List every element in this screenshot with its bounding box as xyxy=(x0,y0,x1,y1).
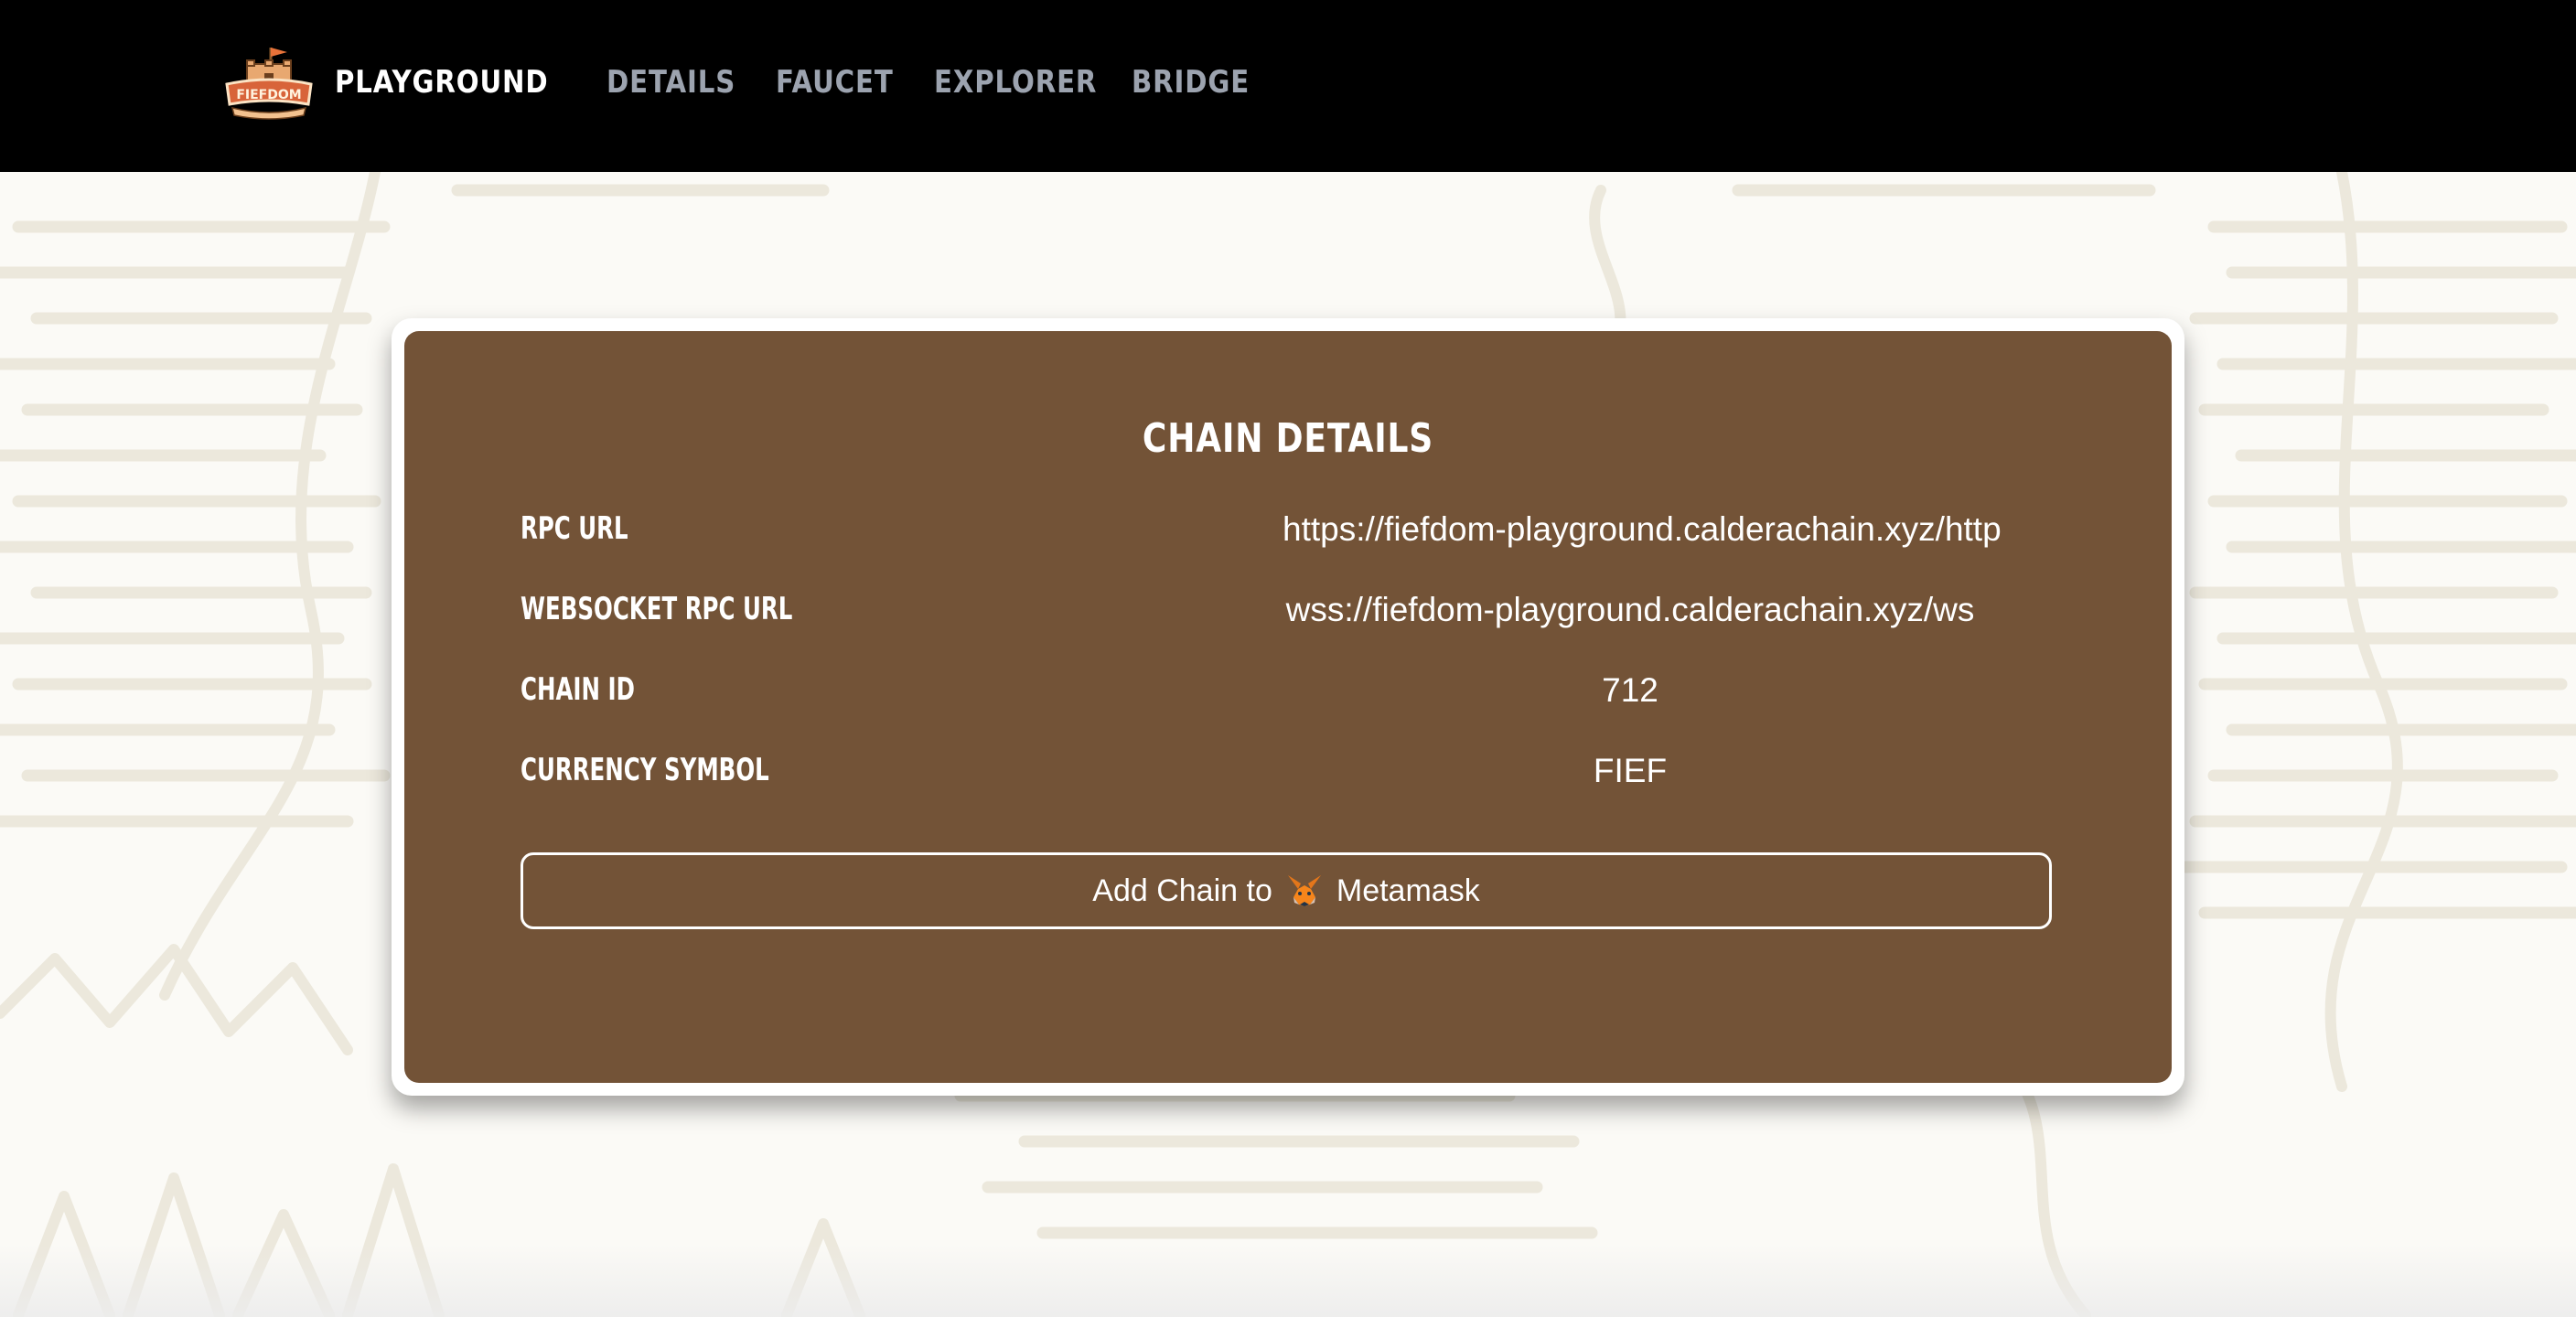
nav-bridge-link[interactable]: BRIDGE xyxy=(1132,64,1250,101)
add-chain-suffix-text: Metamask xyxy=(1336,873,1480,908)
rpc-url-value: https://fiefdom-playground.calderachain.… xyxy=(1283,510,2002,548)
chain-id-label: CHAIN ID xyxy=(521,671,635,708)
currency-symbol-label: CURRENCY SYMBOL xyxy=(521,752,769,788)
chain-details-card: CHAIN DETAILS RPC URL https://fiefdom-pl… xyxy=(404,331,2172,1083)
nav-explorer-link[interactable]: EXPLORER xyxy=(934,64,1097,101)
rpc-url-label: RPC URL xyxy=(521,510,628,547)
brand-name[interactable]: PLAYGROUND xyxy=(335,64,549,101)
add-chain-to-metamask-button[interactable]: Add Chain to Metamask xyxy=(521,852,2052,929)
chain-details-card-frame: CHAIN DETAILS RPC URL https://fiefdom-pl… xyxy=(392,318,2184,1096)
card-title: CHAIN DETAILS xyxy=(1142,415,1434,462)
metamask-fox-icon xyxy=(1287,875,1321,906)
chain-id-value: 712 xyxy=(1602,671,1658,709)
websocket-rpc-url-label: WEBSOCKET RPC URL xyxy=(521,591,793,627)
websocket-rpc-url-value: wss://fiefdom-playground.calderachain.xy… xyxy=(1285,591,1975,628)
svg-text:FIEFDOM: FIEFDOM xyxy=(236,88,301,102)
nav-details-link[interactable]: DETAILS xyxy=(606,64,735,101)
top-navigation-bar: FIEFDOM PLAYGROUND DETAILS FAUCET EXPLOR… xyxy=(0,0,2576,172)
currency-symbol-value: FIEF xyxy=(1593,752,1668,789)
add-chain-prefix-text: Add Chain to xyxy=(1092,873,1272,908)
bottom-fade xyxy=(0,1244,2576,1317)
fiefdom-castle-logo-icon[interactable]: FIEFDOM xyxy=(223,44,315,121)
nav-faucet-link[interactable]: FAUCET xyxy=(776,64,894,101)
